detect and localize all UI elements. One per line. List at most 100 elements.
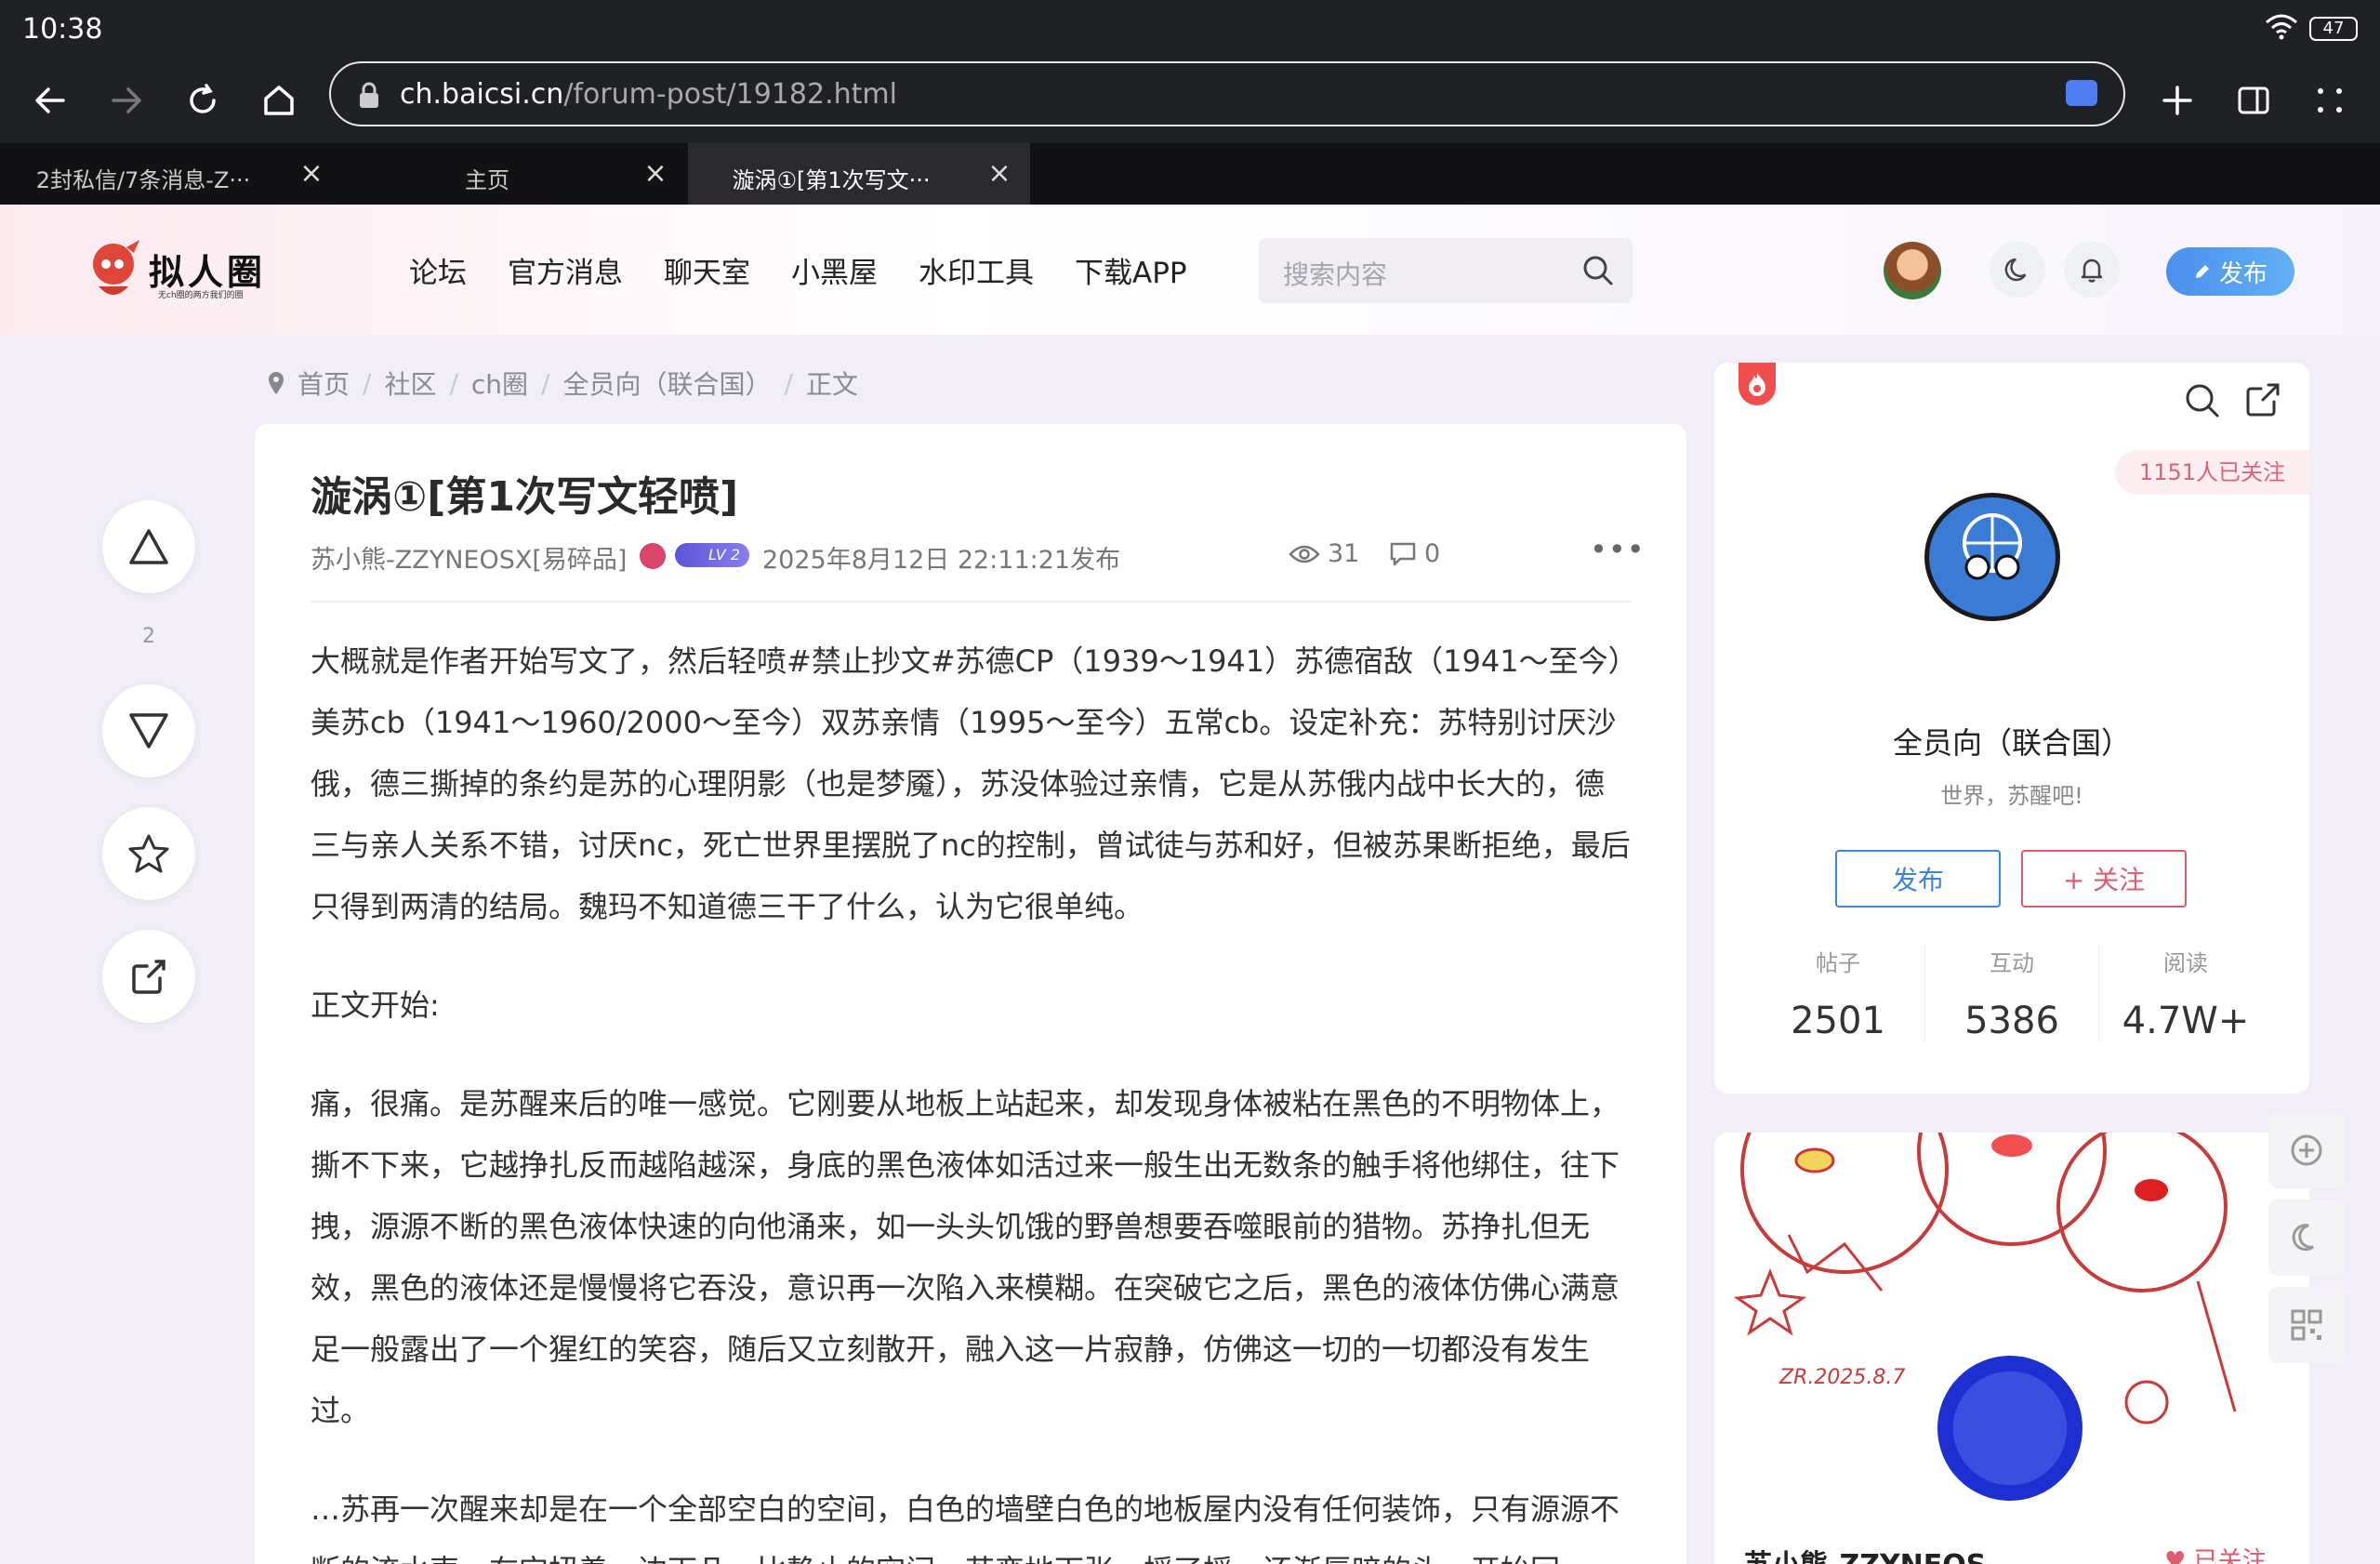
- breadcrumb-current: 正文: [805, 369, 858, 400]
- tab-strip: 2封私信/7条消息-Z··· × 主页 × 漩涡①[第1次写文··· ×: [0, 143, 2380, 205]
- menu-icon[interactable]: [2304, 74, 2356, 126]
- vote-count: 2: [142, 625, 155, 648]
- browser-tab[interactable]: 2封私信/7条消息-Z··· ×: [0, 143, 342, 205]
- stat-reads: 阅读 4.7W+: [2099, 945, 2272, 1042]
- circle-stats: 帖子 2501 互动 5386 阅读 4.7W+: [1752, 945, 2272, 1042]
- close-icon[interactable]: ×: [985, 160, 1013, 188]
- battery-icon: 47: [2309, 17, 2358, 41]
- publish-button[interactable]: 发布: [2166, 247, 2294, 296]
- system-status-bar: 10:38 47: [0, 0, 2380, 60]
- nav-forum[interactable]: 论坛: [409, 249, 467, 291]
- dark-mode-icon[interactable]: [1990, 242, 2045, 298]
- lock-icon: [357, 82, 381, 113]
- breadcrumb-separator: /: [541, 367, 550, 399]
- circle-publish-button[interactable]: 发布: [1835, 850, 2001, 908]
- home-icon[interactable]: [253, 74, 305, 126]
- plus-circle-icon: [2291, 1134, 2322, 1166]
- heart-icon: ♥: [2164, 1547, 2187, 1564]
- post-paragraph: 大概就是作者开始写文了，然后轻喷#禁止抄文#苏德CP（1939～1941）苏德宿…: [311, 643, 1631, 924]
- nav-official-news[interactable]: 官方消息: [508, 249, 623, 291]
- zoom-in-button[interactable]: [2268, 1112, 2345, 1188]
- circle-description: 世界，苏醒吧!: [1940, 783, 2083, 809]
- url-text[interactable]: ch.baicsi.cn/forum-post/19182.html: [400, 78, 897, 111]
- browser-tab[interactable]: 主页 ×: [344, 143, 686, 205]
- stat-value: 4.7W+: [2122, 1000, 2250, 1042]
- author-avatar[interactable]: [1934, 1352, 2086, 1504]
- pencil-icon: [2195, 265, 2209, 278]
- author-name[interactable]: 苏小熊-ZZYNEOS...: [1744, 1542, 2018, 1564]
- breadcrumb-circle[interactable]: ch圈: [471, 364, 528, 402]
- circle-follow-button[interactable]: + 关注: [2021, 850, 2187, 908]
- view-count-value: 31: [1328, 539, 1360, 568]
- downvote-button[interactable]: [102, 684, 195, 777]
- close-icon[interactable]: ×: [641, 160, 669, 188]
- breadcrumb-home[interactable]: 首页: [298, 364, 350, 402]
- qr-code-button[interactable]: [2268, 1287, 2345, 1363]
- extension-icon[interactable]: [2066, 80, 2097, 106]
- share-button[interactable]: [102, 930, 195, 1023]
- author-follow-status[interactable]: ♥ 已关注: [2164, 1542, 2267, 1564]
- post-card: 漩涡①[第1次写文轻喷] 苏小熊-ZZYNEOSX[易碎品] LV 2 2025…: [255, 424, 1686, 1564]
- share-icon: [132, 960, 165, 994]
- edit-share-icon[interactable]: [2244, 381, 2281, 422]
- search-placeholder: 搜索内容: [1283, 259, 1388, 290]
- address-bar[interactable]: ch.baicsi.cn/forum-post/19182.html: [329, 61, 2125, 126]
- browser-tab-active[interactable]: 漩涡①[第1次写文··· ×: [688, 143, 1030, 205]
- side-toolbar: [2268, 1112, 2345, 1374]
- back-icon[interactable]: [24, 74, 76, 126]
- wifi-icon: [2265, 13, 2298, 45]
- night-mode-button[interactable]: [2268, 1200, 2345, 1276]
- post-paragraph: 正文开始:: [311, 987, 440, 1023]
- site-header: 拟人圈 无ch圈的两方我们的圈 论坛 官方消息 聊天室 小黑屋 水印工具 下载A…: [0, 205, 2380, 335]
- new-tab-icon[interactable]: [2151, 74, 2203, 126]
- tab-label: 漩涡①[第1次写文···: [732, 167, 931, 193]
- comment-count[interactable]: 0: [1389, 539, 1440, 568]
- comment-icon: [1390, 542, 1416, 565]
- level-badge: LV 2: [675, 543, 749, 567]
- mascot-icon: [93, 240, 139, 295]
- more-options-icon[interactable]: •••: [1590, 532, 1646, 567]
- user-avatar[interactable]: [1884, 242, 1941, 299]
- post-meta: 苏小熊-ZZYNEOSX[易碎品] LV 2 2025年8月12日 22:11:…: [311, 532, 1645, 577]
- post-author[interactable]: 苏小熊-ZZYNEOSX[易碎品]: [311, 539, 627, 576]
- stat-interactions: 互动 5386: [1925, 945, 2099, 1042]
- nav-chat-room[interactable]: 聊天室: [664, 249, 750, 291]
- triangle-up-icon: [129, 529, 168, 564]
- forward-icon[interactable]: [100, 74, 152, 126]
- post-paragraph: 痛，很痛。是苏醒来后的唯一感觉。它刚要从地板上站起来，却发现身体被粘在黑色的不明…: [311, 1086, 1620, 1428]
- tab-label: 主页: [465, 167, 509, 193]
- url-path: /forum-post/19182.html: [563, 78, 897, 111]
- follow-status-label: 已关注: [2193, 1547, 2267, 1564]
- follower-count: 1151人已关注: [2114, 450, 2309, 495]
- post-date: 2025年8月12日 22:11:21发布: [762, 546, 1121, 575]
- nav-watermark-tool[interactable]: 水印工具: [919, 249, 1034, 291]
- triangle-down-icon: [129, 713, 168, 749]
- location-pin-icon: [269, 372, 284, 394]
- close-icon[interactable]: ×: [298, 160, 325, 188]
- divider: [311, 601, 1631, 603]
- post-paragraph: …苏再一次醒来却是在一个全部空白的空间，白色的墙壁白色的地板屋内没有任何装饰，只…: [311, 1491, 1620, 1564]
- site-logo[interactable]: 拟人圈 无ch圈的两方我们的圈: [86, 236, 281, 307]
- un-emblem-icon: [1963, 513, 2022, 580]
- search-icon[interactable]: [1580, 253, 1616, 292]
- upvote-button[interactable]: [102, 500, 195, 593]
- search-input[interactable]: 搜索内容: [1259, 238, 1633, 303]
- stat-label: 阅读: [2163, 950, 2208, 976]
- nav-blacklist[interactable]: 小黑屋: [791, 249, 878, 291]
- author-card: ZR.2025.8.7 苏小熊-ZZYNEOS... ♥ 已关注: [1714, 1133, 2309, 1564]
- breadcrumb-community[interactable]: 社区: [384, 364, 436, 402]
- user-badge-icon: [640, 543, 666, 569]
- search-icon[interactable]: [2183, 381, 2222, 424]
- sidebar-toggle-icon[interactable]: [2228, 74, 2280, 126]
- tab-label: 2封私信/7条消息-Z···: [35, 167, 251, 193]
- breadcrumb-separator: /: [449, 367, 458, 399]
- nav-download-app[interactable]: 下载APP: [1075, 249, 1187, 291]
- breadcrumb-separator: /: [363, 367, 372, 399]
- reload-icon[interactable]: [177, 74, 229, 126]
- notification-bell-icon[interactable]: [2064, 242, 2120, 298]
- favorite-button[interactable]: [102, 807, 195, 900]
- breadcrumb-topic[interactable]: 全员向（联合国）: [563, 364, 772, 402]
- post-title: 漩涡①[第1次写文轻喷]: [311, 473, 739, 521]
- url-host: ch.baicsi.cn: [400, 78, 564, 111]
- comment-count-value: 0: [1424, 539, 1441, 568]
